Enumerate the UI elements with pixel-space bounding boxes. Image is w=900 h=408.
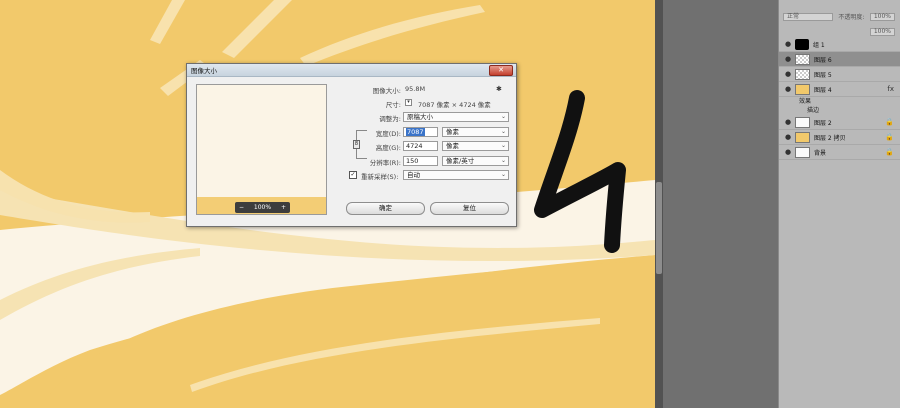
height-unit-select[interactable]: 像素 ⌄: [442, 141, 509, 151]
layer-row-group-1[interactable]: ● 组 1: [779, 37, 900, 52]
width-label: 宽度(D):: [375, 130, 401, 138]
scrollbar-thumb[interactable]: [656, 182, 662, 274]
layer-row-background[interactable]: ● 背景 🔒: [779, 145, 900, 160]
width-unit-value: 像素: [446, 128, 459, 136]
width-unit-select[interactable]: 像素 ⌄: [442, 127, 509, 137]
resolution-label: 分辨率(R):: [369, 159, 401, 167]
effects-label: 效果: [799, 98, 812, 105]
close-button[interactable]: ✕: [489, 65, 513, 76]
layer-name: 图层 6: [814, 56, 832, 64]
resolution-input[interactable]: 150: [403, 156, 438, 166]
dimensions-value: 7087 像素 × 4724 像素: [418, 101, 491, 109]
layer-row-layer-2[interactable]: ● 图层 2 🔒: [779, 115, 900, 130]
fit-to-label: 调整为:: [379, 115, 401, 123]
effects-row[interactable]: 效果: [799, 96, 811, 105]
layer-name: 图层 2 拷贝: [814, 134, 846, 142]
opacity-input[interactable]: 100%: [869, 12, 895, 21]
chevron-down-icon: ⌄: [500, 142, 506, 149]
resample-select[interactable]: 自动 ⌄: [403, 170, 509, 180]
dialog-title: 图像大小: [191, 67, 217, 75]
height-label: 高度(G):: [375, 144, 401, 152]
visibility-eye-icon[interactable]: ●: [783, 118, 793, 126]
height-unit-value: 像素: [446, 142, 459, 150]
visibility-eye-icon[interactable]: ●: [783, 85, 793, 93]
layer-row-layer-2-copy[interactable]: ● 图层 2 拷贝 🔒: [779, 130, 900, 145]
fit-to-select[interactable]: 原稿大小 ⌄: [403, 112, 509, 122]
chevron-down-icon: ⌄: [500, 171, 506, 178]
chevron-down-icon: ⌄: [500, 113, 506, 120]
width-value: 7087: [406, 128, 425, 136]
preview-zoom-value: 100%: [253, 204, 272, 211]
image-preview[interactable]: − 100% +: [196, 84, 327, 215]
layer-name: 背景: [814, 149, 827, 157]
lock-icon: 🔒: [885, 118, 894, 126]
resample-value: 自动: [407, 171, 420, 179]
blend-mode-select[interactable]: 正常: [783, 12, 833, 21]
opacity-label: 不透明度:: [838, 14, 865, 21]
chevron-down-icon: ⌄: [500, 128, 506, 135]
resolution-unit-select[interactable]: 像素/英寸 ⌄: [442, 156, 509, 166]
layer-thumbnail: [795, 146, 810, 158]
dialog-titlebar[interactable]: 图像大小: [187, 64, 516, 77]
preview-cream-area: [197, 85, 326, 197]
resample-checkbox[interactable]: ✓: [349, 171, 357, 179]
layer-name: 图层 2: [814, 119, 832, 127]
visibility-eye-icon[interactable]: ●: [783, 70, 793, 78]
layers-panel: 正常 不透明度: 100% 100% ● 组 1 ● 图层 6 ● 图层 5 ●…: [778, 0, 900, 408]
dimensions-label: 尺寸:: [385, 101, 401, 109]
fill-row: 100%: [783, 27, 895, 36]
blend-row: 正常 不透明度: 100%: [783, 12, 895, 21]
ok-button[interactable]: 确定: [346, 202, 425, 215]
settings-gear-icon[interactable]: ✱: [496, 85, 502, 93]
height-value: 4724: [406, 142, 423, 150]
fx-icon[interactable]: fx: [887, 85, 894, 93]
canvas-vertical-scrollbar[interactable]: [655, 0, 663, 408]
resolution-unit-value: 像素/英寸: [446, 157, 475, 165]
layer-name: 图层 5: [814, 71, 832, 79]
layer-thumbnail: [795, 68, 810, 80]
layer-thumbnail: [795, 131, 810, 143]
reset-button[interactable]: 复位: [430, 202, 509, 215]
layer-thumbnail: [795, 116, 810, 128]
lock-icon: 🔒: [885, 148, 894, 156]
height-input[interactable]: 4724: [403, 141, 438, 151]
stroke-effect-row[interactable]: 描边: [807, 105, 819, 114]
resolution-value: 150: [406, 157, 419, 165]
preview-zoom-bar: − 100% +: [235, 202, 290, 213]
resample-label: 重新采样(S):: [361, 173, 399, 181]
chevron-down-icon: ⌄: [500, 157, 506, 164]
image-size-dialog: 图像大小 ✕ − 100% + ✱ 图像大小: 95.8M 尺寸: ▾ 7087…: [186, 63, 517, 227]
layer-thumbnail: [795, 83, 810, 95]
image-size-value: 95.8M: [405, 85, 426, 93]
zoom-in-button[interactable]: +: [281, 204, 286, 211]
layer-row-layer-4[interactable]: ● 图层 4 fx: [779, 82, 900, 97]
layer-row-layer-6[interactable]: ● 图层 6: [779, 52, 900, 67]
layer-name: 图层 4: [814, 86, 832, 94]
image-size-label: 图像大小:: [372, 87, 401, 95]
dimensions-unit-dropdown-icon[interactable]: ▾: [405, 99, 412, 106]
group-mask-thumbnail: [795, 38, 809, 50]
layer-thumbnail: [795, 53, 810, 65]
stroke-effect-label: 描边: [807, 107, 820, 114]
visibility-eye-icon[interactable]: ●: [783, 55, 793, 63]
layer-row-layer-5[interactable]: ● 图层 5: [779, 67, 900, 82]
visibility-eye-icon[interactable]: ●: [783, 133, 793, 141]
visibility-eye-icon[interactable]: ●: [783, 40, 793, 48]
pasteboard-area: [663, 0, 778, 408]
zoom-out-button[interactable]: −: [239, 204, 244, 211]
lock-icon: 🔒: [885, 133, 894, 141]
fill-input[interactable]: 100%: [869, 27, 895, 36]
fit-to-value: 原稿大小: [407, 113, 433, 121]
width-input[interactable]: 7087: [403, 127, 438, 137]
layer-name: 组 1: [813, 41, 825, 49]
visibility-eye-icon[interactable]: ●: [783, 148, 793, 156]
